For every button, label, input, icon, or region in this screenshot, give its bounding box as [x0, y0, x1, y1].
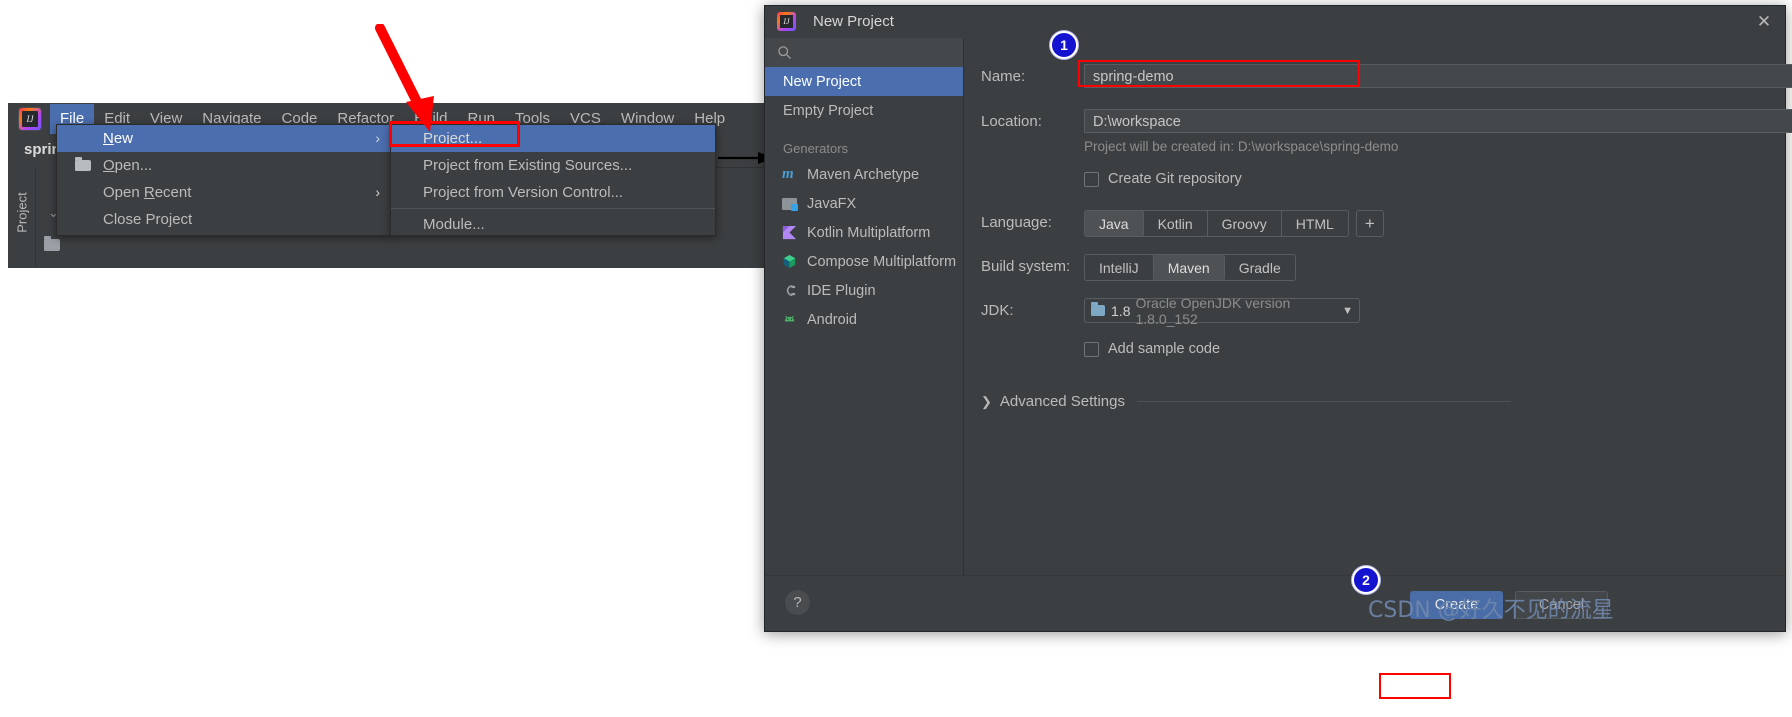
chevron-right-icon: ›: [375, 184, 380, 200]
location-hint: Project will be created in: D:\workspace…: [1084, 139, 1399, 154]
generators-header: Generators: [783, 141, 849, 156]
language-option-groovy[interactable]: Groovy: [1208, 211, 1282, 236]
search-icon: [778, 46, 791, 59]
compose-icon: [782, 254, 797, 269]
javafx-icon: [782, 198, 798, 211]
generator-item-javafx[interactable]: JavaFX: [765, 189, 963, 218]
file-menu-item-label: Open Recent: [103, 184, 192, 201]
dialog-right-panel: Name: spring-demo Location: D:\workspace…: [964, 38, 1792, 576]
git-repository-checkbox-row[interactable]: Create Git repository: [1084, 171, 1242, 187]
sample-code-checkbox-row[interactable]: Add sample code: [1084, 341, 1220, 357]
android-icon: [782, 312, 797, 327]
location-row: Location:: [981, 113, 1081, 130]
git-repository-checkbox[interactable]: [1084, 171, 1099, 187]
generator-label: JavaFX: [807, 195, 857, 212]
location-input[interactable]: D:\workspace: [1084, 109, 1792, 133]
file-dropdown-menu: New › Open... Open Recent › Close Projec…: [56, 124, 392, 236]
generator-item-android[interactable]: Android: [765, 305, 963, 334]
submenu-item-module[interactable]: Module...: [391, 211, 715, 238]
sample-code-checkbox[interactable]: [1084, 341, 1099, 357]
generator-item-ide-plugin[interactable]: IDE Plugin: [765, 276, 963, 305]
file-menu-item-open[interactable]: Open...: [57, 152, 391, 179]
language-selector: Java Kotlin Groovy HTML +: [1084, 210, 1384, 237]
jdk-name: Oracle OpenJDK version 1.8.0_152: [1135, 294, 1291, 327]
red-arrow-annotation: [375, 24, 434, 132]
help-button[interactable]: ?: [785, 590, 810, 615]
file-menu-item-label: New: [103, 130, 134, 147]
build-option-intellij[interactable]: IntelliJ: [1085, 255, 1154, 280]
chevron-down-icon[interactable]: ▼: [1342, 305, 1353, 317]
maven-icon: m: [782, 166, 794, 182]
jdk-dropdown[interactable]: 1.8 Oracle OpenJDK version 1.8.0_152 ▼: [1084, 295, 1360, 327]
submenu-item-label: Project from Existing Sources...: [423, 157, 633, 174]
file-menu-item-open-recent[interactable]: Open Recent ›: [57, 179, 391, 206]
add-language-button[interactable]: +: [1355, 210, 1384, 237]
file-menu-item-label: Close Project: [103, 211, 193, 228]
sample-code-label: Add sample code: [1108, 341, 1221, 357]
template-item-new-project[interactable]: New Project: [765, 67, 963, 96]
step-badge-2: 2: [1352, 566, 1380, 594]
folder-icon: [44, 236, 60, 251]
file-menu-item-new[interactable]: New ›: [57, 125, 391, 152]
location-label: Location:: [981, 113, 1042, 130]
build-system-label: Build system:: [981, 258, 1071, 275]
plugin-icon: [782, 283, 797, 298]
name-label: Name:: [981, 68, 1026, 85]
submenu-item-label: Module...: [423, 216, 485, 233]
generator-item-kotlin-multiplatform[interactable]: Kotlin Multiplatform: [765, 218, 963, 247]
search-input[interactable]: [765, 38, 963, 68]
close-icon[interactable]: ✕: [1753, 12, 1775, 32]
chevron-right-icon: ❯: [981, 393, 992, 409]
jdk-label: JDK:: [981, 302, 1014, 319]
build-system-selector: IntelliJ Maven Gradle: [1084, 254, 1296, 281]
dialog-footer: ? Create Cancel: [765, 575, 1785, 631]
language-option-java[interactable]: Java: [1085, 211, 1144, 236]
tool-window-bar: Project: [8, 167, 36, 268]
new-project-dialog: New Project ✕ New Project Empty Project …: [764, 5, 1792, 632]
advanced-settings-label: Advanced Settings: [999, 393, 1125, 410]
generator-label: Android: [807, 311, 857, 328]
generator-item-maven-archetype[interactable]: m Maven Archetype: [765, 160, 963, 189]
submenu-divider: [391, 208, 715, 209]
jdk-folder-icon: [1091, 302, 1106, 316]
template-item-empty-project[interactable]: Empty Project: [765, 96, 963, 125]
generator-label: Kotlin Multiplatform: [807, 224, 931, 241]
language-option-kotlin[interactable]: Kotlin: [1144, 211, 1208, 236]
build-option-maven[interactable]: Maven: [1153, 255, 1225, 280]
submenu-item-project-existing-sources[interactable]: Project from Existing Sources...: [391, 152, 715, 179]
name-row: Name:: [981, 68, 1081, 85]
advanced-settings-divider: [1137, 401, 1511, 402]
intellij-logo-icon: [19, 107, 41, 130]
submenu-item-project-version-control[interactable]: Project from Version Control...: [391, 179, 715, 206]
intellij-logo-icon: [777, 12, 796, 31]
template-label: New Project: [783, 73, 862, 90]
generator-label: IDE Plugin: [807, 282, 876, 299]
build-system-segmented-control: IntelliJ Maven Gradle: [1084, 254, 1296, 281]
generator-label: Maven Archetype: [807, 166, 920, 183]
file-menu-item-label: Open...: [103, 157, 153, 174]
build-option-gradle[interactable]: Gradle: [1225, 255, 1295, 280]
dialog-left-panel: New Project Empty Project Generators m M…: [765, 38, 964, 631]
submenu-item-label: Project from Version Control...: [423, 184, 624, 201]
jdk-version: 1.8: [1111, 302, 1131, 319]
create-button-red-highlight: [1379, 673, 1451, 699]
advanced-settings-row[interactable]: ❯ Advanced Settings: [981, 393, 1511, 410]
generator-item-compose-multiplatform[interactable]: Compose Multiplatform: [765, 247, 963, 276]
location-value: D:\workspace: [1093, 114, 1181, 130]
dialog-title: New Project: [813, 13, 894, 30]
project-tool-window-label[interactable]: Project: [15, 185, 30, 241]
name-input-red-highlight: [1078, 60, 1360, 87]
generator-label: Compose Multiplatform: [807, 253, 957, 270]
language-option-html[interactable]: HTML: [1282, 211, 1348, 236]
watermark: CSDN @好久不见的流星: [1368, 598, 1614, 623]
dialog-title-bar: New Project ✕: [765, 6, 1785, 39]
file-menu-item-close-project[interactable]: Close Project: [57, 206, 391, 233]
folder-icon: [75, 157, 91, 171]
language-label: Language:: [981, 214, 1052, 231]
git-repository-label: Create Git repository: [1108, 171, 1242, 187]
template-label: Empty Project: [783, 102, 874, 119]
step-badge-1: 1: [1050, 31, 1078, 59]
kotlin-icon: [782, 225, 797, 240]
language-segmented-control: Java Kotlin Groovy HTML: [1084, 210, 1349, 237]
